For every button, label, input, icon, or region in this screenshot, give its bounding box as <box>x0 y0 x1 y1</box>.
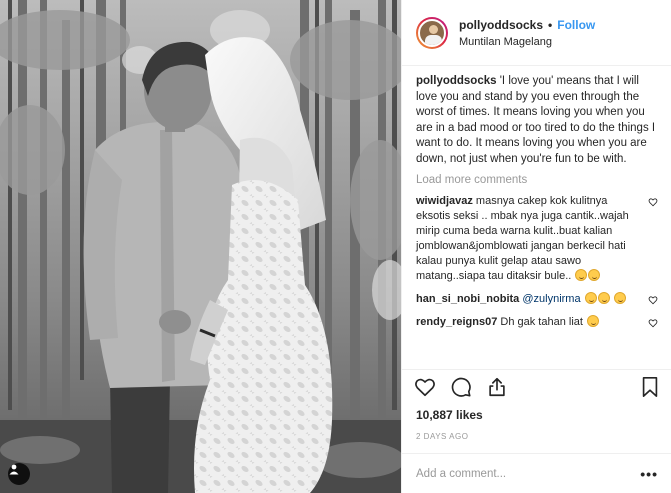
avatar-image <box>418 18 446 47</box>
like-button[interactable] <box>414 376 436 398</box>
follow-button[interactable]: Follow <box>557 18 595 32</box>
smirk-emoji-icon <box>597 292 610 304</box>
comment-username[interactable]: han_si_nobi_nobita <box>416 293 519 305</box>
drooling-emoji-icon <box>587 315 600 327</box>
more-options-button[interactable]: ••• <box>640 466 658 482</box>
grin-emoji-icon <box>588 269 601 281</box>
save-button[interactable] <box>640 376 660 398</box>
post-photo[interactable] <box>0 0 401 493</box>
bookmark-icon <box>642 377 658 397</box>
post-date: 2 DAYS AGO <box>416 432 469 441</box>
action-bar <box>402 369 671 404</box>
share-icon <box>489 377 505 397</box>
comments-section[interactable]: pollyoddsocks 'I love you' means that I … <box>402 66 671 369</box>
smirk-emoji-icon <box>613 292 626 304</box>
comment-username[interactable]: wiwidjavaz <box>416 195 473 207</box>
comment-like-heart-icon[interactable] <box>648 295 658 305</box>
comment-text: Dh gak tahan liat <box>500 316 583 328</box>
likes-count[interactable]: 10,887 likes <box>416 408 483 422</box>
comment-like-heart-icon[interactable] <box>648 197 658 207</box>
comment-item: wiwidjavaz masnya cakep kok kulitnya eks… <box>416 194 658 284</box>
username-link[interactable]: pollyoddsocks <box>459 18 543 32</box>
avatar[interactable] <box>416 16 448 49</box>
header-text: pollyoddsocks • Follow Muntilan Magelang <box>459 18 595 48</box>
header-line: pollyoddsocks • Follow <box>459 18 595 32</box>
comment-item: han_si_nobi_nobita @zulynirma <box>416 292 658 307</box>
caption-text: 'I love you' means that I will love you … <box>416 75 656 165</box>
heart-icon <box>415 378 435 397</box>
smirk-emoji-icon <box>584 292 597 304</box>
post-side-panel: pollyoddsocks • Follow Muntilan Magelang… <box>401 0 671 493</box>
post-caption: pollyoddsocks 'I love you' means that I … <box>416 74 658 167</box>
photo-illustration <box>0 0 401 493</box>
comment-bubble-icon <box>451 377 471 397</box>
tagged-people-button[interactable] <box>8 463 30 485</box>
instagram-post: pollyoddsocks • Follow Muntilan Magelang… <box>0 0 671 493</box>
person-tag-icon <box>9 464 19 475</box>
share-button[interactable] <box>486 376 508 398</box>
load-more-comments-button[interactable]: Load more comments <box>416 174 658 186</box>
separator-dot: • <box>548 17 553 32</box>
location-link[interactable]: Muntilan Magelang <box>459 36 595 48</box>
comment-mention-link[interactable]: @zulynirma <box>522 293 580 305</box>
post-header: pollyoddsocks • Follow Muntilan Magelang <box>402 0 671 66</box>
comment-item: rendy_reigns07 Dh gak tahan liat <box>416 315 658 330</box>
grin-emoji-icon <box>575 269 588 281</box>
add-comment-bar: ••• <box>402 453 671 493</box>
comment-username[interactable]: rendy_reigns07 <box>416 316 497 328</box>
comment-like-heart-icon[interactable] <box>648 318 658 328</box>
add-comment-input[interactable] <box>416 467 641 480</box>
comment-button[interactable] <box>450 376 472 398</box>
caption-username[interactable]: pollyoddsocks <box>416 75 497 87</box>
